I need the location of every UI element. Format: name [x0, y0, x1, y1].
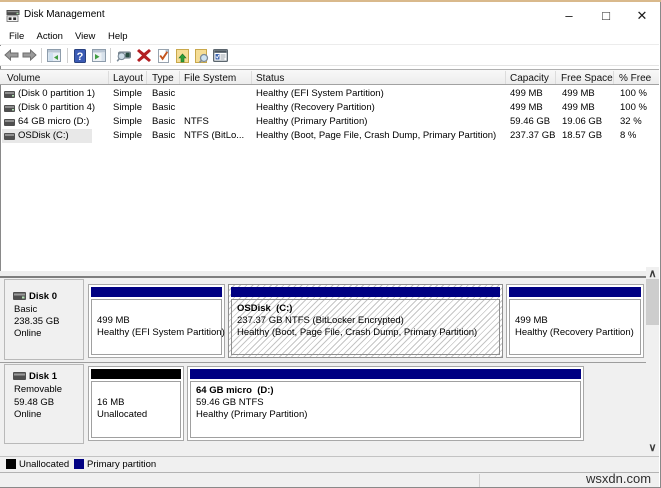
svg-text:?: ?: [77, 51, 84, 63]
